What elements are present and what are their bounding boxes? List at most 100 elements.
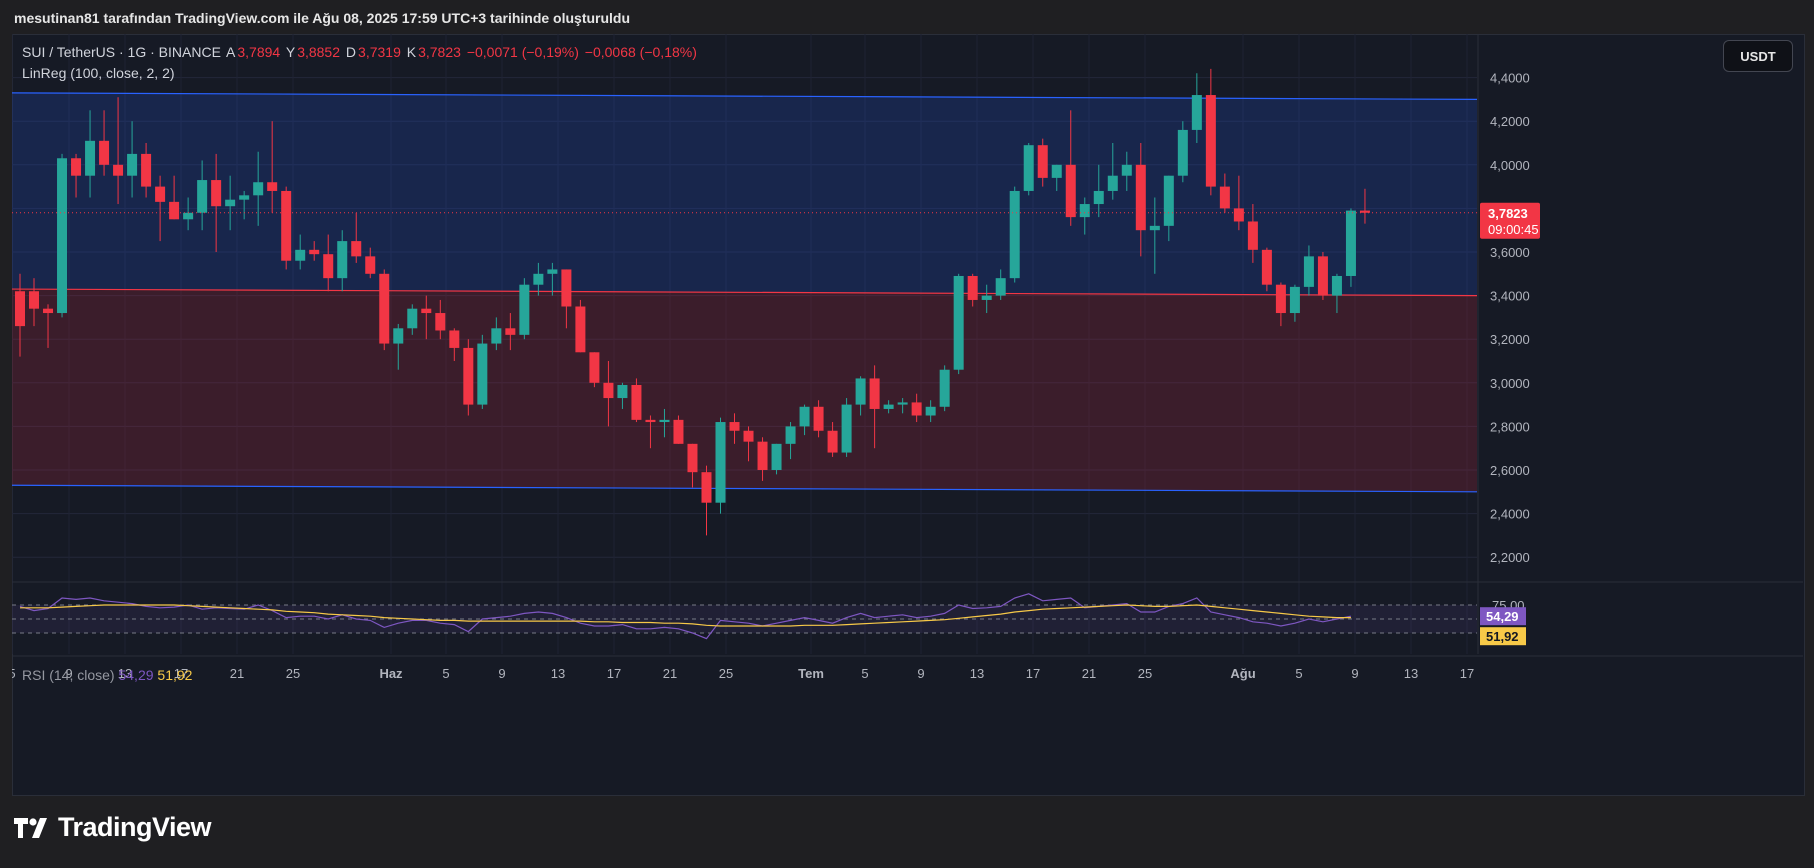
high-value: 3,8852 [297,44,341,60]
candle-body [701,472,712,503]
symbol-name[interactable]: SUI / TetherUS · 1G · BINANCE [22,44,221,60]
candle-body [365,256,376,274]
chart-caption: mesutinan81 tarafından TradingView.com i… [14,10,631,26]
candle-body [757,441,768,470]
candle-body [239,195,250,200]
candle-body [1261,249,1272,285]
candle-body [57,158,68,314]
candle [1177,121,1188,183]
price-tick-label: 3,2000 [1490,332,1530,347]
candle-body [1289,286,1300,314]
price-tick-label: 2,8000 [1490,419,1530,434]
candle-body [113,164,124,176]
low-value: 3,7319 [358,44,401,60]
candle [463,339,474,416]
candle [715,417,726,514]
rsi-pane: 75,0025,0054,2951,92 [12,581,1803,646]
time-tick-label: Ağu [1230,666,1255,681]
indicator-legend[interactable]: LinReg (100, close, 2, 2) [22,65,175,81]
time-tick-label: 21 [230,666,244,681]
candle [57,153,68,318]
candle-body [1009,190,1020,279]
rsi-value: 54,29 [118,667,154,683]
candle-body [267,182,278,191]
rsi-label: RSI (14, close) [22,667,115,683]
candle-body [169,201,180,220]
time-tick-label: 13 [1404,666,1418,681]
candle-body [687,443,698,473]
candle-body [281,190,292,261]
candle-body [1177,129,1188,176]
price-tick-label: 4,4000 [1490,71,1530,86]
candle-body [309,249,320,255]
candle-body [603,382,614,399]
candle [1009,186,1020,283]
candle-body [1345,210,1356,276]
candle-body [911,402,922,416]
candle-body [1149,225,1160,231]
price-tick-label: 2,4000 [1490,507,1530,522]
candle-body [211,180,222,207]
candle-body [1275,284,1286,314]
candle-body [547,269,558,274]
rsi-value-label: 54,29 [1486,609,1519,624]
candle-body [995,278,1006,296]
candle-body [1247,221,1258,250]
candle-body [1303,256,1314,287]
rsi-legend[interactable]: RSI (14, close) 54,29 51,92 [22,667,192,683]
currency-button[interactable]: USDT [1723,40,1793,72]
candle-body [225,199,236,207]
candle-body [15,291,25,327]
candle-body [673,419,684,444]
candle-body [967,275,978,300]
time-tick-label: 5 [861,666,868,681]
time-tick-label: 5 [12,666,16,681]
linreg-lower-zone [12,289,1477,492]
candle-body [127,153,138,176]
candle [589,352,600,388]
price-tick-label: 2,2000 [1490,550,1530,565]
countdown-label: 09:00:45 [1488,222,1539,237]
candle-body [883,404,894,409]
candle-body [1121,164,1132,176]
candle [575,299,586,353]
price-tick-label: 4,0000 [1490,158,1530,173]
time-axis: 5 9 13 17 21 25 Haz 5 9 13 17 21 25 Tem 5 9 13 17 21 25 Ağu 5… [12,655,1803,681]
tradingview-logo[interactable]: TradingView [14,812,212,843]
last-price-label: 3,7823 [1488,206,1528,221]
candle-body [1037,145,1048,178]
candle-body [659,419,670,423]
candle-body [561,269,572,307]
symbol-legend[interactable]: SUI / TetherUS · 1G · BINANCE A 3,7894 Y3… [22,44,699,60]
candle [701,465,712,536]
candle-body [323,254,334,279]
candle-body [813,406,824,431]
candle-body [197,180,208,213]
candle [841,398,852,457]
candle [631,378,642,423]
candle-body [1093,190,1104,205]
time-tick-label: 21 [663,666,677,681]
time-tick-label: 5 [1295,666,1302,681]
linreg-upper-zone [12,92,1477,296]
brand-name: TradingView [58,812,212,842]
candle-body [869,378,880,409]
time-tick-label: 21 [1082,666,1096,681]
candle [477,334,488,409]
candle-body [855,378,866,405]
candle-body [491,328,502,344]
candle-body [617,384,628,399]
candle-body [295,249,306,261]
low-label: D [345,44,357,60]
candle-body [589,352,600,383]
candle-body [71,158,82,176]
candle [519,278,530,340]
candle [1023,143,1034,196]
candle-body [43,308,54,314]
candle-body [715,422,726,503]
time-tick-label: 25 [1138,666,1152,681]
time-tick-label: 13 [551,666,565,681]
tradingview-logo-icon [14,817,47,838]
chart-canvas[interactable]: 4,40004,20004,00003,80003,60003,40003,20… [12,34,1803,794]
time-tick-label: 17 [1460,666,1474,681]
